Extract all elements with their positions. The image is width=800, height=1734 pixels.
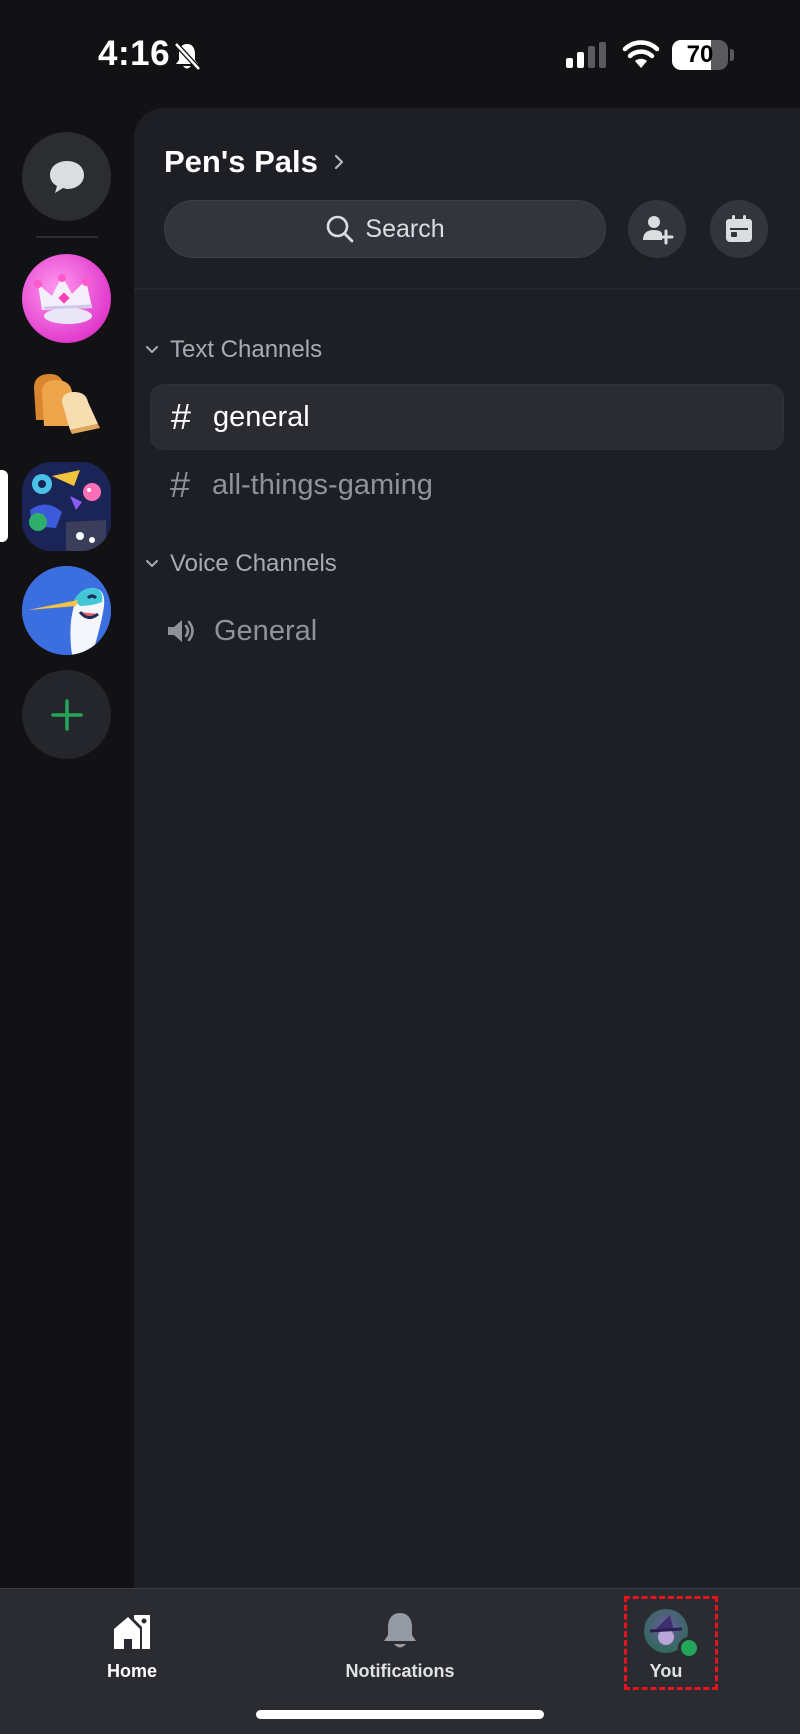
bell-slash-icon <box>174 42 201 71</box>
battery-icon: 70 <box>672 40 728 70</box>
battery-percent: 70 <box>686 41 714 68</box>
search-label: Search <box>365 214 445 243</box>
bell-icon <box>384 1613 416 1648</box>
server-crown-button[interactable] <box>22 254 111 343</box>
selected-server-indicator <box>0 470 8 542</box>
search-icon <box>327 215 354 243</box>
server-gaming-art-button[interactable] <box>22 462 111 551</box>
events-button[interactable] <box>710 200 768 258</box>
crown-icon <box>34 274 93 324</box>
search-button[interactable]: Search <box>164 200 606 258</box>
home-indicator[interactable] <box>256 1710 544 1719</box>
channel-name: General <box>214 614 318 647</box>
nav-label: Home <box>106 1661 157 1681</box>
server-bread-button[interactable] <box>22 358 111 447</box>
voice-channel-general[interactable]: General <box>150 598 784 664</box>
calendar-icon <box>726 215 752 242</box>
status-bar: 4:16 70 <box>0 0 800 108</box>
add-server-button[interactable] <box>22 670 111 759</box>
channel-all-things-gaming[interactable]: # all-things-gaming <box>150 452 784 518</box>
bird-icon <box>22 566 111 655</box>
nav-home[interactable]: Home <box>47 1607 217 1697</box>
status-time: 4:16 <box>98 34 171 73</box>
text-channel-icon: # <box>169 464 191 505</box>
server-rail <box>0 108 134 1588</box>
channel-name: all-things-gaming <box>212 468 433 501</box>
header-divider <box>134 288 800 290</box>
chevron-down-icon <box>146 346 158 353</box>
speaker-icon <box>168 620 194 642</box>
invite-members-button[interactable] <box>628 200 686 258</box>
nav-label: Notifications <box>345 1661 455 1681</box>
chat-bubble-icon <box>49 160 84 193</box>
server-bird-button[interactable] <box>22 566 111 655</box>
rail-divider <box>36 236 98 238</box>
bread-icon <box>34 374 100 434</box>
home-icon <box>114 1615 150 1649</box>
battery-tip <box>730 49 734 61</box>
nav-notifications[interactable]: Notifications <box>315 1607 485 1697</box>
channel-general[interactable]: # general <box>150 384 784 450</box>
channel-panel: Pen's Pals Search Text Channels # genera… <box>134 108 800 1588</box>
channel-name: general <box>213 400 310 433</box>
category-text-channels[interactable]: Text Channels <box>144 336 322 364</box>
chevron-down-icon <box>146 560 158 567</box>
add-member-icon <box>643 216 674 245</box>
server-header[interactable]: Pen's Pals <box>164 144 346 180</box>
wifi-icon <box>622 40 660 68</box>
you-tab-highlight <box>624 1596 718 1690</box>
server-name: Pen's Pals <box>164 144 318 179</box>
category-voice-channels[interactable]: Voice Channels <box>144 550 337 578</box>
text-channel-icon: # <box>170 396 192 437</box>
direct-messages-button[interactable] <box>22 132 111 221</box>
gaming-art-icon <box>22 462 111 551</box>
cellular-signal-icon <box>566 42 606 68</box>
chevron-right-icon <box>334 154 343 170</box>
category-label: Voice Channels <box>170 550 337 577</box>
plus-icon <box>50 698 83 731</box>
category-label: Text Channels <box>170 336 323 363</box>
